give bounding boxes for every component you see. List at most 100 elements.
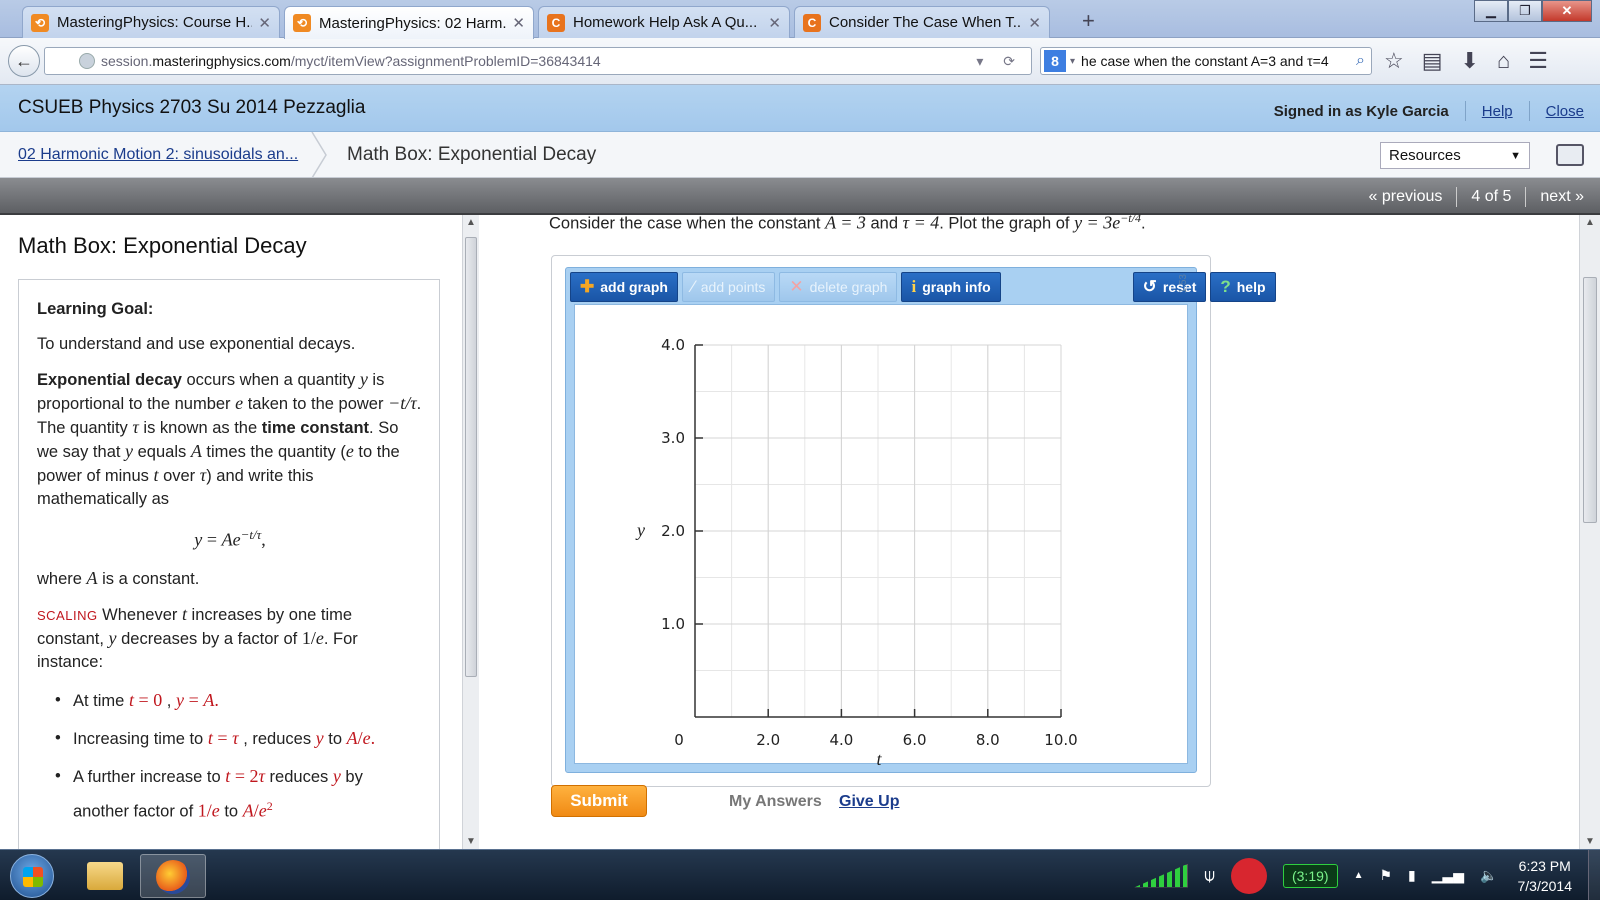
search-bar[interactable]: 8 ▾ he case when the constant A=3 and τ=…	[1040, 47, 1372, 75]
add-graph-button[interactable]: ✚ add graph	[570, 272, 678, 302]
search-magnifier-icon[interactable]: ⌕	[1356, 52, 1365, 70]
give-up-link[interactable]: Give Up	[839, 793, 899, 811]
signed-in-label: Signed in as Kyle Garcia	[1273, 102, 1449, 120]
constant-note: where A is a constant.	[37, 567, 200, 588]
y-tick-label: 3.0	[661, 429, 685, 447]
next-link[interactable]: next »	[1540, 188, 1584, 206]
site-identity-icon[interactable]	[79, 53, 95, 69]
question-a-value: A = 3	[825, 212, 866, 233]
battery-icon[interactable]: ▮	[1408, 867, 1416, 884]
volume-speaker-icon[interactable]: 🔈	[1480, 867, 1497, 884]
origin-label: 0	[674, 731, 684, 749]
reload-icon[interactable]: ▾ ⟳	[976, 53, 1023, 70]
graph-info-button[interactable]: i graph info	[901, 272, 1001, 302]
minimize-icon[interactable]: ▁	[1474, 0, 1508, 22]
scroll-down-arrow-icon[interactable]: ▼	[1585, 836, 1595, 847]
browser-tab-course-home[interactable]: ⟲ MasteringPhysics: Course H... ✕	[22, 6, 280, 38]
wireless-antenna-icon[interactable]: ⍦	[1204, 865, 1215, 886]
left-pane-scrollbar[interactable]: ▲ ▼	[462, 215, 479, 849]
problem-intro-pane: Math Box: Exponential Decay Learning Goa…	[0, 215, 462, 849]
search-input[interactable]: he case when the constant A=3 and τ=4	[1081, 53, 1350, 69]
new-tab-plus-icon[interactable]: +	[1082, 8, 1095, 34]
masteringphysics-favicon-icon: ⟲	[293, 14, 311, 32]
browser-toolbar-icons: ☆ ▤ ⬇ ⌂ ☰	[1384, 48, 1548, 74]
scroll-thumb[interactable]	[465, 237, 477, 677]
url-path: /myct/itemView?assignmentProblemID=36843…	[290, 53, 601, 69]
browser-tab-homework-help[interactable]: C Homework Help Ask A Qu... ✕	[538, 6, 790, 38]
learning-goal-text: To understand and use exponential decays…	[37, 335, 356, 353]
google-search-engine-icon[interactable]: 8	[1044, 50, 1066, 72]
url-host: masteringphysics.com	[152, 53, 291, 69]
breadcrumb-assignment-link[interactable]: 02 Harmonic Motion 2: sinusoidals an...	[18, 146, 298, 164]
show-hidden-icons-icon[interactable]: ▲	[1354, 870, 1364, 881]
download-arrow-icon[interactable]: ⬇	[1461, 48, 1479, 74]
start-button[interactable]	[10, 854, 54, 898]
graphing-tool: ✚ add graph ⁄ add points ✕ delete graph i gr…	[565, 267, 1276, 773]
scroll-down-arrow-icon[interactable]: ▼	[466, 836, 476, 847]
delete-graph-label: delete graph	[809, 279, 888, 295]
page-position: 4 of 5	[1471, 188, 1512, 205]
system-clock[interactable]: 6:23 PM 7/3/2014	[1518, 856, 1573, 896]
close-tab-icon[interactable]: ✕	[768, 14, 781, 32]
file-explorer-taskbar-button[interactable]	[72, 854, 138, 898]
page-scrollbar[interactable]: ▲ ▼	[1579, 215, 1600, 849]
scroll-thumb[interactable]	[1583, 277, 1597, 523]
my-answers-label: My Answers	[729, 793, 822, 810]
help-link[interactable]: Help	[1482, 103, 1513, 120]
previous-link[interactable]: « previous	[1369, 188, 1443, 206]
resources-dropdown[interactable]: Resources ▼	[1380, 142, 1530, 169]
engine-dropdown-icon[interactable]: ▾	[1070, 56, 1075, 67]
bookmarks-list-icon[interactable]: ▤	[1422, 48, 1443, 74]
close-link[interactable]: Close	[1546, 103, 1584, 120]
exponential-decay-paragraph: Exponential decay occurs when a quantity…	[37, 369, 422, 508]
close-tab-icon[interactable]: ✕	[1028, 14, 1041, 32]
question-mark-icon: ?	[1220, 277, 1231, 296]
signal-strength-icon[interactable]: ▁▃▅	[1432, 867, 1464, 884]
browser-tab-consider-case[interactable]: C Consider The Case When T... ✕	[794, 6, 1050, 38]
help-label: help	[1236, 279, 1266, 295]
add-points-button[interactable]: ⁄ add points	[681, 272, 776, 302]
question-and: and	[865, 214, 903, 233]
x-tick-label: 10.0	[1044, 731, 1077, 749]
action-center-flag-icon[interactable]: ⚑	[1379, 867, 1392, 884]
help-button[interactable]: ? help	[1210, 272, 1276, 302]
tab-label: MasteringPhysics: Course H...	[57, 14, 253, 31]
breadcrumb: 02 Harmonic Motion 2: sinusoidals an... …	[0, 132, 1600, 178]
show-desktop-button[interactable]	[1588, 850, 1600, 900]
print-icon[interactable]	[1556, 144, 1584, 166]
delete-graph-button[interactable]: ✕ delete graph	[779, 272, 898, 302]
bookmark-star-icon[interactable]: ☆	[1384, 48, 1404, 74]
graph-canvas[interactable]: 2.0 4.0 6.0 8.0 10.0 1.0 2.0 3.0 4.0 0 t y	[575, 305, 1189, 765]
back-arrow-icon[interactable]: ←	[8, 45, 40, 77]
battery-timer-badge[interactable]: (3:19)	[1282, 863, 1338, 888]
reset-button[interactable]: ↺ reset	[1132, 272, 1207, 302]
x-tick-label: 8.0	[976, 731, 1000, 749]
firefox-taskbar-button[interactable]	[140, 854, 206, 898]
list-item: At time t = 0 , y = A.	[55, 686, 423, 716]
graph-toolbar: ✚ add graph ⁄ add points ✕ delete graph i gr…	[570, 272, 1280, 302]
close-tab-icon[interactable]: ✕	[258, 14, 271, 32]
question-text: Consider the case when the constant A = …	[549, 211, 1146, 234]
divider	[1525, 187, 1527, 207]
decay-equation: y = Ae−t/τ,	[194, 527, 266, 550]
plot-area[interactable]: 2.0 4.0 6.0 8.0 10.0 1.0 2.0 3.0 4.0 0 t y	[574, 304, 1189, 765]
network-signal-icon[interactable]	[1134, 863, 1189, 888]
scroll-up-arrow-icon[interactable]: ▲	[1585, 217, 1595, 228]
scroll-up-arrow-icon[interactable]: ▲	[466, 217, 476, 228]
submit-button[interactable]: Submit	[551, 785, 647, 817]
address-bar[interactable]: session. masteringphysics.com/myct/itemVi…	[44, 47, 1032, 75]
clock-time: 6:23 PM	[1518, 857, 1571, 874]
list-item: A further increase to t = 2τ reduces y b…	[55, 762, 423, 827]
window-close-icon[interactable]: ✕	[1542, 0, 1592, 22]
browser-tab-harmonic-motion[interactable]: ⟲ MasteringPhysics: 02 Harm... ✕	[284, 6, 534, 39]
home-icon[interactable]: ⌂	[1497, 48, 1510, 74]
app-tray-icon[interactable]	[1230, 857, 1267, 894]
graph-info-label: graph info	[922, 279, 991, 295]
add-points-label: add points	[700, 279, 766, 295]
close-tab-icon[interactable]: ✕	[512, 14, 525, 32]
y-tick-label: 4.0	[661, 336, 685, 354]
menu-hamburger-icon[interactable]: ☰	[1528, 48, 1548, 74]
question-plot-text: . Plot the graph of	[939, 214, 1075, 233]
divider	[1464, 101, 1466, 121]
maximize-icon[interactable]: ❐	[1508, 0, 1542, 22]
